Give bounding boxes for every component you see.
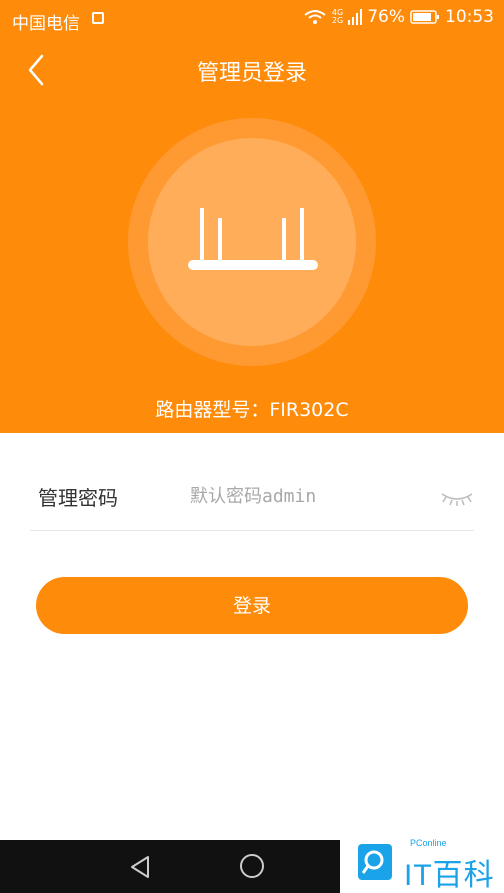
status-right: 4G 2G 76% 10:53 (303, 7, 494, 27)
password-input[interactable] (190, 480, 420, 512)
battery-percent: 76% (367, 7, 405, 27)
watermark-small-text: PConline (410, 838, 447, 848)
signal-icon (348, 9, 363, 25)
wifi-icon (303, 8, 327, 26)
watermark: PConline IT百科 (340, 832, 504, 893)
header-area: 中国电信 4G 2G 76% 10:53 管理员登录 路由器型号：FIR302C (0, 0, 504, 433)
status-bar: 中国电信 4G 2G 76% 10:53 (0, 0, 504, 38)
password-row: 管理密码 (30, 468, 474, 531)
battery-icon (410, 9, 440, 25)
screen: 中国电信 4G 2G 76% 10:53 管理员登录 路由器型号：FIR302C… (0, 0, 504, 893)
eye-closed-icon[interactable] (440, 488, 474, 508)
nav-bar: 管理员登录 (0, 40, 504, 100)
page-title: 管理员登录 (196, 61, 307, 86)
triangle-back-icon[interactable] (128, 854, 154, 880)
login-button[interactable]: 登录 (36, 577, 468, 634)
router-icon (188, 208, 318, 270)
carrier-name: 中国电信 (12, 14, 80, 34)
password-label: 管理密码 (38, 486, 118, 510)
network-type-bottom: 2G (331, 16, 344, 25)
notification-icon (92, 12, 104, 24)
circle-home-icon[interactable] (238, 852, 266, 880)
clock: 10:53 (445, 7, 494, 27)
watermark-text: IT百科 (404, 859, 495, 892)
watermark-logo-icon (358, 844, 392, 880)
router-model: 路由器型号：FIR302C (155, 399, 349, 421)
network-type: 4G 2G (332, 9, 343, 25)
